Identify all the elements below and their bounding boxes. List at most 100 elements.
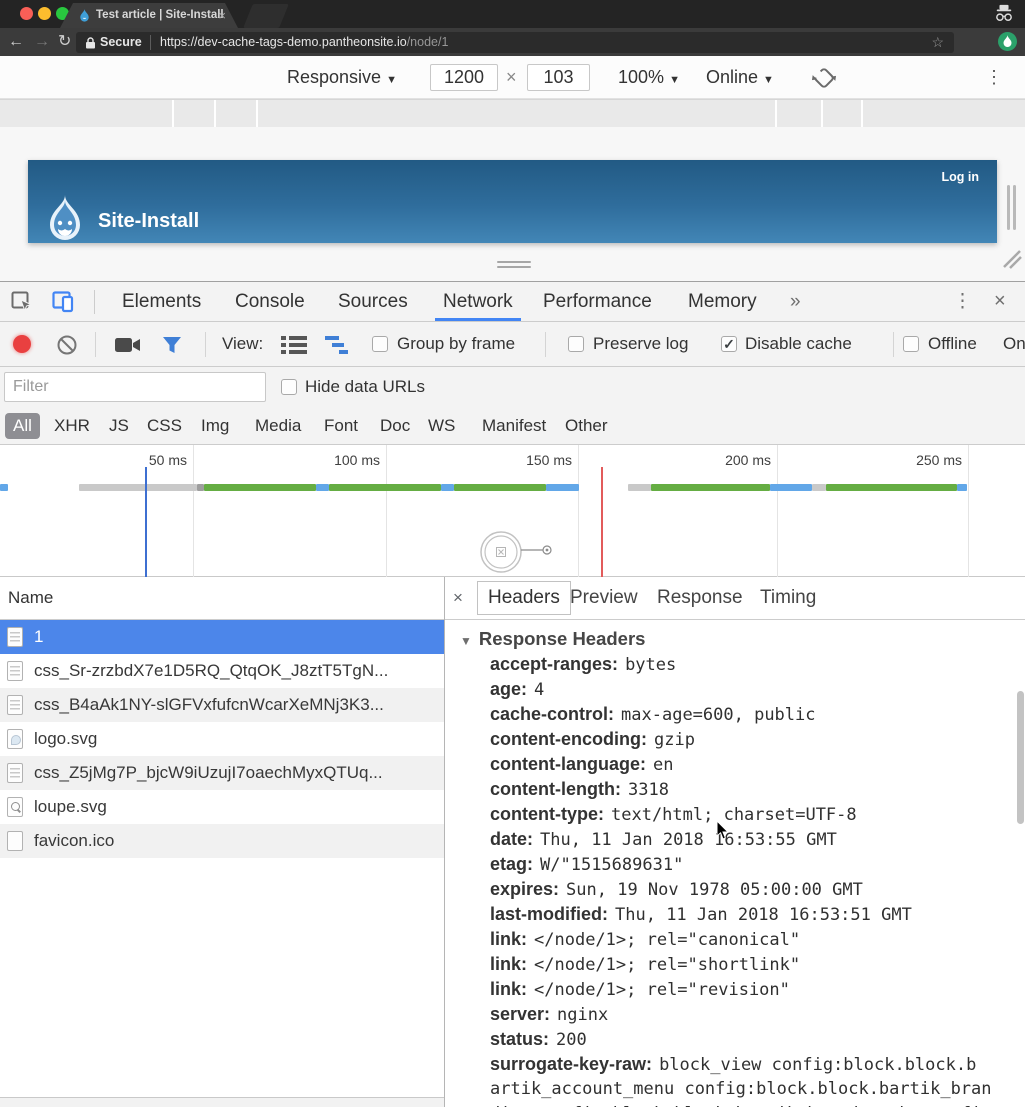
detail-tab-preview[interactable]: Preview [570,577,638,619]
browser-tab[interactable]: Test article | Site-Install × [60,3,238,28]
request-row[interactable]: css_Sr-zrzbdX7e1D5RQ_QtqOK_J8ztT5TgN... [0,654,444,688]
request-row[interactable]: favicon.ico [0,824,444,858]
extension-glyph-icon [1002,35,1013,48]
devtools-menu-icon[interactable]: ⋮ [953,282,972,321]
header-name: cache-control: [490,704,614,724]
window-minimize-light[interactable] [38,7,51,20]
network-overview[interactable]: 50 ms100 ms150 ms200 ms250 ms [0,445,1025,577]
requests-summary-bar [0,1097,444,1107]
device-zoom-select[interactable]: 100% ▼ [618,56,680,101]
timeline-gridline [777,445,778,577]
device-height-input[interactable] [527,64,590,91]
more-tabs-icon[interactable]: » [790,282,801,321]
chip-js[interactable]: JS [105,413,133,439]
header-name: expires: [490,879,559,899]
request-row[interactable]: logo.svg [0,722,444,756]
timeline-tick-label: 100 ms [310,452,380,468]
back-icon[interactable]: ← [8,28,24,56]
rotate-icon[interactable] [812,66,836,90]
reload-icon[interactable]: ↻ [58,28,71,56]
header-name: server: [490,1004,550,1024]
disable-cache-checkbox[interactable]: ✓ [721,336,737,352]
response-header-line: link:</node/1>; rel="revision" [445,977,1025,1002]
site-name[interactable]: Site-Install [98,210,199,233]
chip-css[interactable]: CSS [143,413,186,439]
requests-pane: Name 1css_Sr-zrzbdX7e1D5RQ_QtqOK_J8ztT5T… [0,577,445,1107]
device-toolbar-menu-icon[interactable]: ⋮ [985,56,1003,98]
hide-data-urls-checkbox[interactable] [281,379,297,395]
chip-font[interactable]: Font [320,413,362,439]
window-close-light[interactable] [20,7,33,20]
devtools-close-icon[interactable]: × [994,282,1006,321]
new-tab-button[interactable] [243,4,289,28]
detail-tab-response[interactable]: Response [657,577,743,619]
request-row[interactable]: 1 [0,620,444,654]
devtools-tab-sources[interactable]: Sources [338,282,408,321]
omnibox[interactable]: Secure https://dev-cache-tags-demo.panth… [76,32,954,53]
chip-img[interactable]: Img [197,413,233,439]
filter-input[interactable] [4,372,266,402]
header-name: age: [490,679,527,699]
waterfall-bar [329,484,441,491]
viewport-resize-handle[interactable] [1007,185,1019,235]
forward-icon[interactable]: → [34,28,50,56]
corner-resize-handle[interactable] [1000,247,1022,269]
record-button[interactable] [13,335,31,353]
extension-icon[interactable] [998,32,1017,51]
chip-manifest[interactable]: Manifest [478,413,550,439]
request-row[interactable]: css_Z5jMg7P_bjcW9iUzujI7oaechMyxQTUq... [0,756,444,790]
bookmark-star-icon[interactable]: ☆ [931,32,944,53]
response-header-line: age:4 [445,677,1025,702]
devtools-tab-elements[interactable]: Elements [122,282,201,321]
tab-close-icon[interactable]: × [218,3,226,28]
chip-ws[interactable]: WS [424,413,459,439]
request-detail-pane: × HeadersPreview Response Timing ▼Response… [445,577,1025,1107]
chevron-down-icon: ▼ [386,74,397,86]
chip-xhr[interactable]: XHR [50,413,94,439]
headers-content: ▼Response Headers accept-ranges:bytesage… [445,620,1025,1107]
capture-screenshots-icon[interactable] [115,336,141,354]
view-waterfall-icon[interactable] [325,335,353,355]
file-img-icon [7,729,23,749]
devtools-tab-performance[interactable]: Performance [543,282,652,321]
inspect-element-icon[interactable] [11,291,33,313]
chip-all[interactable]: All [5,413,40,439]
response-header-line: content-length:3318 [445,777,1025,802]
timeline-tick-label: 50 ms [117,452,187,468]
device-ruler [0,99,1025,127]
chevron-down-icon: ▼ [763,74,774,86]
chip-media[interactable]: Media [251,413,305,439]
offline-checkbox[interactable] [903,336,919,352]
view-list-icon[interactable] [281,335,307,355]
toolbar-divider [94,290,95,314]
header-value: en [653,755,673,775]
clear-icon[interactable] [56,334,78,356]
close-detail-icon[interactable]: × [453,577,463,619]
header-value: block_view config:block.block.b [659,1055,976,1075]
device-network-select[interactable]: Online ▼ [706,56,774,101]
preserve-log-checkbox[interactable] [568,336,584,352]
filter-icon[interactable] [161,334,183,356]
devtools-tab-console[interactable]: Console [235,282,305,321]
scrollbar-thumb[interactable] [1017,691,1024,824]
devtools-drag-handle[interactable] [497,261,531,271]
chip-doc[interactable]: Doc [376,413,414,439]
throttling-label[interactable]: Online [1003,322,1025,366]
devtools-tab-memory[interactable]: Memory [688,282,757,321]
network-filter-row: Hide data URLs [0,367,1025,407]
device-width-input[interactable] [430,64,498,91]
response-header-line: date:Thu, 11 Jan 2018 16:53:55 GMT [445,827,1025,852]
devtools-tab-network[interactable]: Network [443,282,513,321]
detail-tab-timing[interactable]: Timing [760,577,816,619]
device-mode-select[interactable]: Responsive ▼ [287,56,397,101]
device-toolbar-toggle-icon[interactable] [52,291,76,313]
response-headers-section[interactable]: ▼Response Headers [460,626,645,652]
login-link[interactable]: Log in [942,170,980,184]
chip-other[interactable]: Other [561,413,612,439]
detail-tab-headers[interactable]: Headers [477,581,571,615]
group-by-frame-checkbox[interactable] [372,336,388,352]
name-column-header[interactable]: Name [0,577,444,620]
request-row[interactable]: css_B4aAk1NY-slGFVxfufcnWcarXeMNj3K3... [0,688,444,722]
header-name: content-length: [490,779,621,799]
request-row[interactable]: loupe.svg [0,790,444,824]
